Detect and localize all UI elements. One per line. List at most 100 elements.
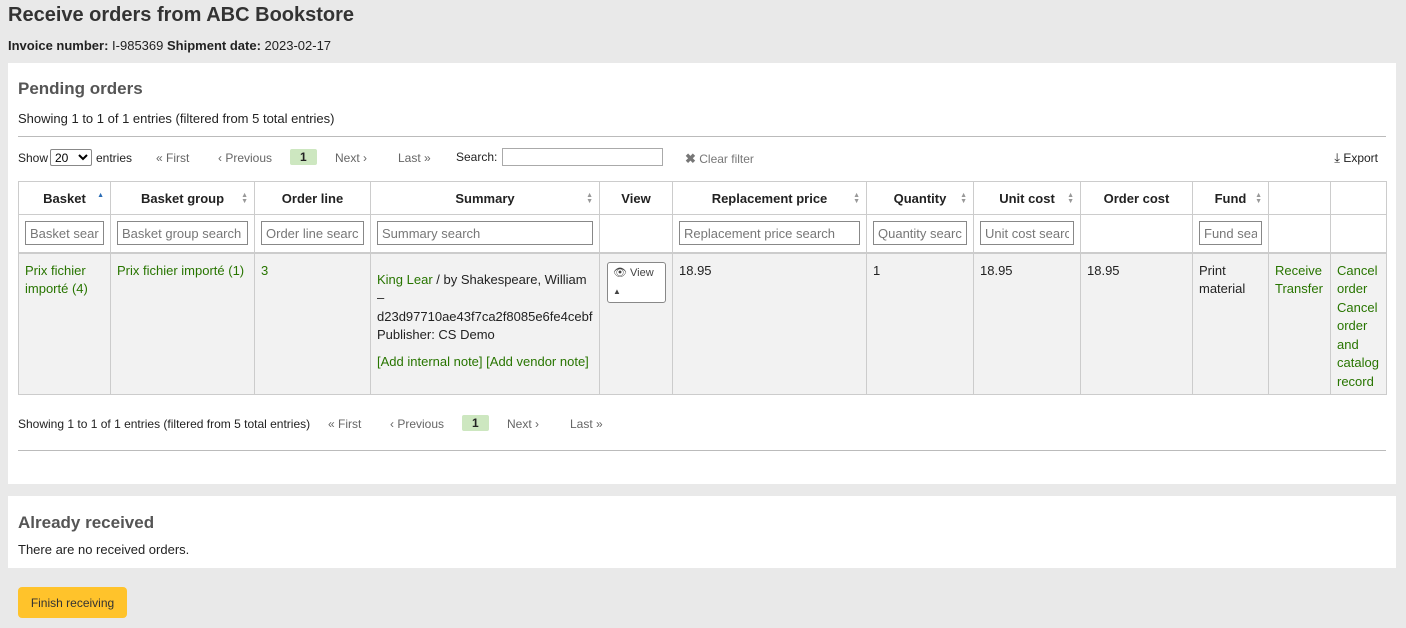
column-header-basket-group[interactable]: Basket group ▲ ▼ xyxy=(110,181,255,215)
column-header-summary[interactable]: Summary ▲ ▼ xyxy=(370,181,600,215)
summary-search-input[interactable] xyxy=(377,221,593,246)
title-link[interactable]: King Lear xyxy=(377,272,433,287)
double-chevron-right-icon: » xyxy=(424,151,431,165)
summary-author: / by Shakespeare, William xyxy=(432,271,587,287)
sort-icon: ▲ ▼ xyxy=(1255,192,1262,205)
column-header-order-line[interactable]: Order line xyxy=(254,181,371,215)
column-header-unit-cost[interactable]: Unit cost ▲ ▼ xyxy=(973,181,1081,215)
column-header-quantity[interactable]: Quantity ▲ ▼ xyxy=(866,181,974,215)
shipment-label: Shipment date: xyxy=(167,38,261,53)
download-icon: ⤓ xyxy=(1334,150,1340,165)
double-chevron-left-icon: « xyxy=(328,417,335,431)
current-page[interactable]: 1 xyxy=(462,415,489,431)
chevron-left-icon: ‹ xyxy=(218,151,222,165)
table-info: Showing 1 to 1 of 1 entries (filtered fr… xyxy=(18,111,335,126)
shipment-value: 2023-02-17 xyxy=(264,38,332,53)
replacement-price-value: 18.95 xyxy=(679,262,712,278)
fund-value: Print material xyxy=(1199,262,1246,297)
current-page[interactable]: 1 xyxy=(290,149,317,165)
pending-orders-panel: Pending orders Showing 1 to 1 of 1 entri… xyxy=(8,63,1396,484)
last-page-link[interactable]: Last » xyxy=(398,151,431,165)
quantity-value: 1 xyxy=(873,262,881,278)
column-header-basket[interactable]: Basket ▲ xyxy=(18,181,111,215)
summary-id: d23d97710ae43f7ca2f8085e6fe4cebf xyxy=(377,308,593,324)
quantity-search-input[interactable] xyxy=(873,221,967,246)
sort-icon: ▲ ▼ xyxy=(853,192,860,205)
header-row: Basket ▲ Basket group ▲ ▼ Order line Summar… xyxy=(18,181,1387,215)
chevron-left-icon: ‹ xyxy=(390,417,394,431)
invoice-label: Invoice number: xyxy=(8,38,109,53)
next-page-link[interactable]: Next › xyxy=(507,417,539,431)
column-header-actions-1 xyxy=(1268,181,1331,215)
order-line-link[interactable]: 3 xyxy=(261,263,268,278)
search-label: Search: xyxy=(456,150,498,164)
unit-cost-value: 18.95 xyxy=(980,262,1013,278)
previous-page-link[interactable]: ‹ Previous xyxy=(390,417,444,431)
first-label: First xyxy=(166,151,190,165)
table-row: Prix fichier importé (4) Prix fichier im… xyxy=(18,252,1387,395)
basket-group-link[interactable]: Prix fichier importé (1) xyxy=(117,263,244,278)
clear-filter-label: Clear filter xyxy=(699,152,754,166)
export-button[interactable]: ⤓ Export xyxy=(1334,150,1378,166)
invoice-meta: Invoice number: I-985369 Shipment date: … xyxy=(8,39,1396,53)
add-vendor-note-link[interactable]: [Add vendor note] xyxy=(486,354,589,369)
footer-info: Showing 1 to 1 of 1 entries (filtered fr… xyxy=(18,417,311,431)
add-internal-note-link[interactable]: [Add internal note] xyxy=(377,354,483,369)
basket-group-search-input[interactable] xyxy=(117,221,248,246)
clear-filter-button[interactable]: ✖ Clear filter xyxy=(685,151,754,167)
column-header-replacement-price[interactable]: Replacement price ▲ ▼ xyxy=(672,181,867,215)
caret-up-icon: ▲ xyxy=(613,286,621,296)
search-input[interactable] xyxy=(502,148,663,166)
next-label: Next xyxy=(507,417,532,431)
column-header-fund[interactable]: Fund ▲ ▼ xyxy=(1192,181,1269,215)
page-size-select[interactable]: 20 xyxy=(50,149,92,166)
first-label: First xyxy=(338,417,362,431)
chevron-right-icon: › xyxy=(535,417,540,431)
sort-icon: ▲ ▼ xyxy=(586,192,593,205)
replacement-price-search-input[interactable] xyxy=(679,221,860,246)
column-header-view: View xyxy=(599,181,673,215)
show-label: Show xyxy=(18,151,49,165)
summary-dash: – xyxy=(377,290,385,306)
already-received-title: Already received xyxy=(18,513,155,532)
previous-label: Previous xyxy=(225,151,273,165)
page-title: Receive orders from ABC Bookstore xyxy=(8,4,355,26)
unit-cost-search-input[interactable] xyxy=(980,221,1074,246)
fund-search-input[interactable] xyxy=(1199,221,1262,246)
sort-icon: ▲ ▼ xyxy=(241,192,248,205)
sort-icon: ▲ ▼ xyxy=(960,192,967,205)
last-page-link[interactable]: Last » xyxy=(570,417,603,431)
last-label: Last xyxy=(570,417,593,431)
finish-receiving-button[interactable]: Finish receiving xyxy=(18,587,127,618)
chevron-right-icon: › xyxy=(363,151,368,165)
receive-link[interactable]: Receive xyxy=(1275,263,1322,278)
next-label: Next xyxy=(335,151,360,165)
view-dropdown-button[interactable]: 👁 View ▲ xyxy=(607,261,666,303)
first-page-link[interactable]: « First xyxy=(328,417,361,431)
filter-row xyxy=(18,214,1387,253)
order-line-search-input[interactable] xyxy=(261,221,364,246)
cancel-order-catalog-link[interactable]: Cancel order and catalog record xyxy=(1337,300,1379,389)
entries-label: entries xyxy=(96,151,133,165)
pending-orders-title: Pending orders xyxy=(18,79,143,98)
basket-link[interactable]: Prix fichier importé (4) xyxy=(25,263,88,297)
transfer-link[interactable]: Transfer xyxy=(1275,281,1323,296)
table-footer: Showing 1 to 1 of 1 entries (filtered fr… xyxy=(18,395,1386,450)
eye-icon: 👁 xyxy=(613,266,627,279)
view-label: View xyxy=(630,266,654,279)
previous-label: Previous xyxy=(397,417,445,431)
close-icon: ✖ xyxy=(685,151,696,166)
next-page-link[interactable]: Next › xyxy=(335,151,367,165)
cancel-order-link[interactable]: Cancel order xyxy=(1337,263,1377,297)
basket-search-input[interactable] xyxy=(25,221,104,246)
sort-asc-icon: ▲ xyxy=(97,192,104,199)
order-cost-value: 18.95 xyxy=(1087,262,1120,278)
previous-page-link[interactable]: ‹ Previous xyxy=(218,151,272,165)
first-page-link[interactable]: « First xyxy=(156,151,189,165)
summary-publisher: Publisher: CS Demo xyxy=(377,327,495,343)
already-received-text: There are no received orders. xyxy=(18,542,190,557)
divider xyxy=(18,450,1386,451)
already-received-panel: Already received There are no received o… xyxy=(8,496,1396,568)
double-chevron-right-icon: » xyxy=(596,417,603,431)
column-header-order-cost: Order cost xyxy=(1080,181,1193,215)
